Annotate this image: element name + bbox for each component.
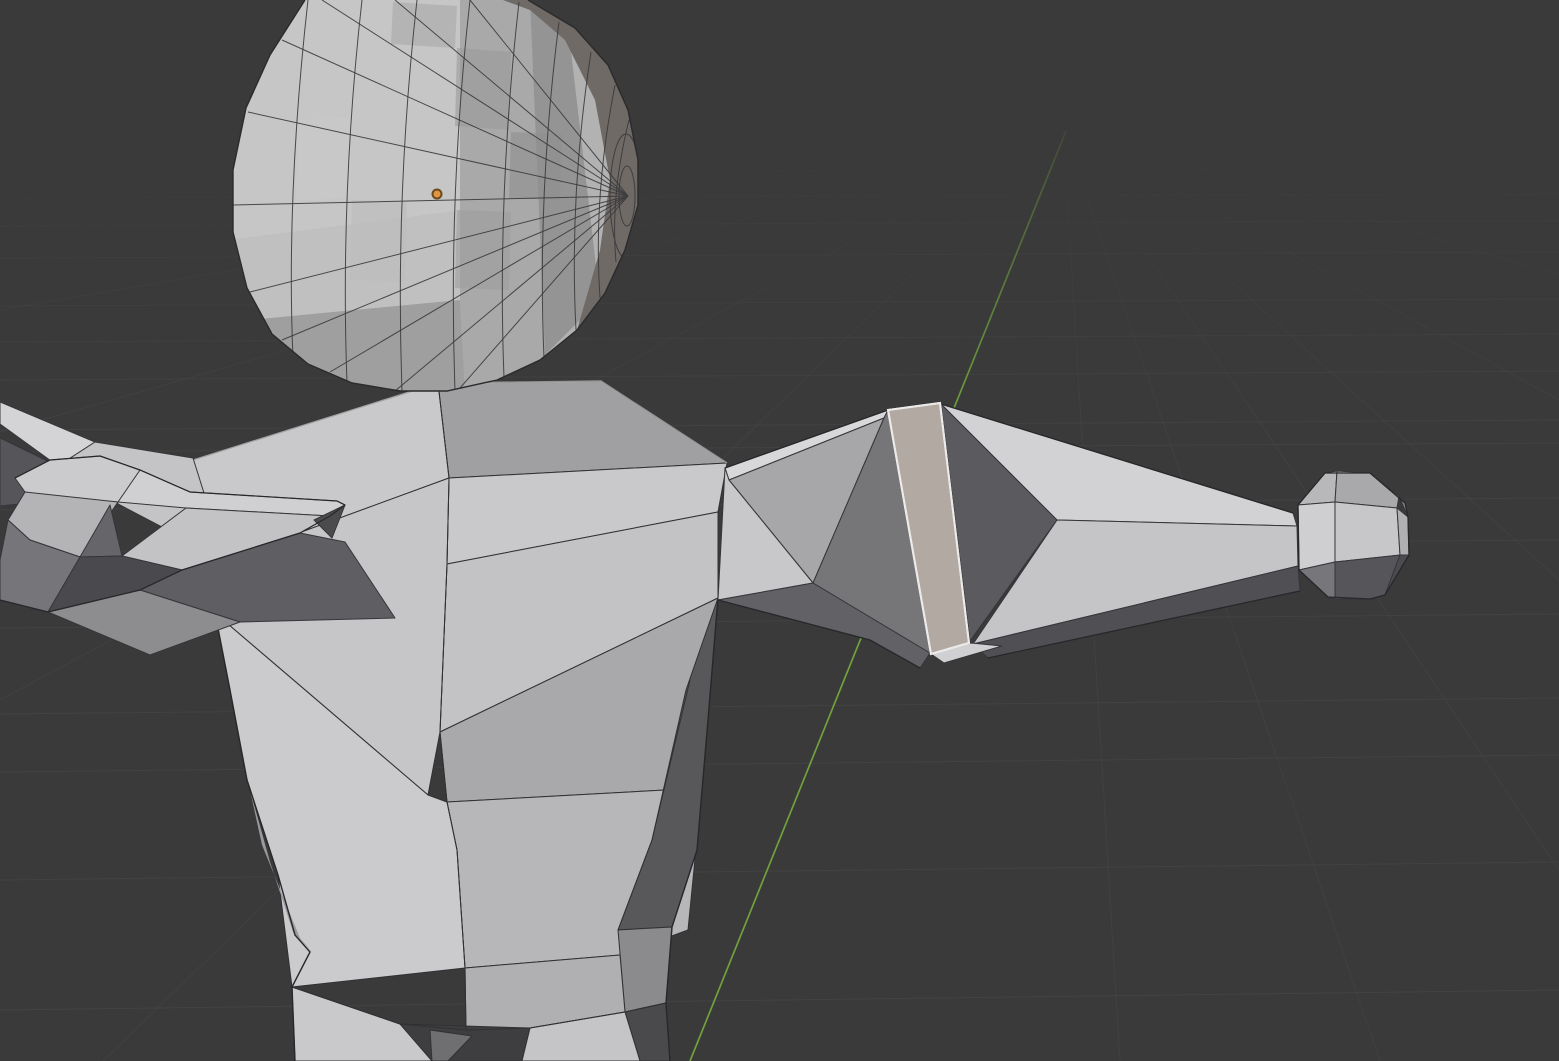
3d-viewport[interactable] [0,0,1559,1061]
object-origin-dot[interactable] [433,190,442,199]
right-hand-mesh[interactable] [1298,471,1409,599]
